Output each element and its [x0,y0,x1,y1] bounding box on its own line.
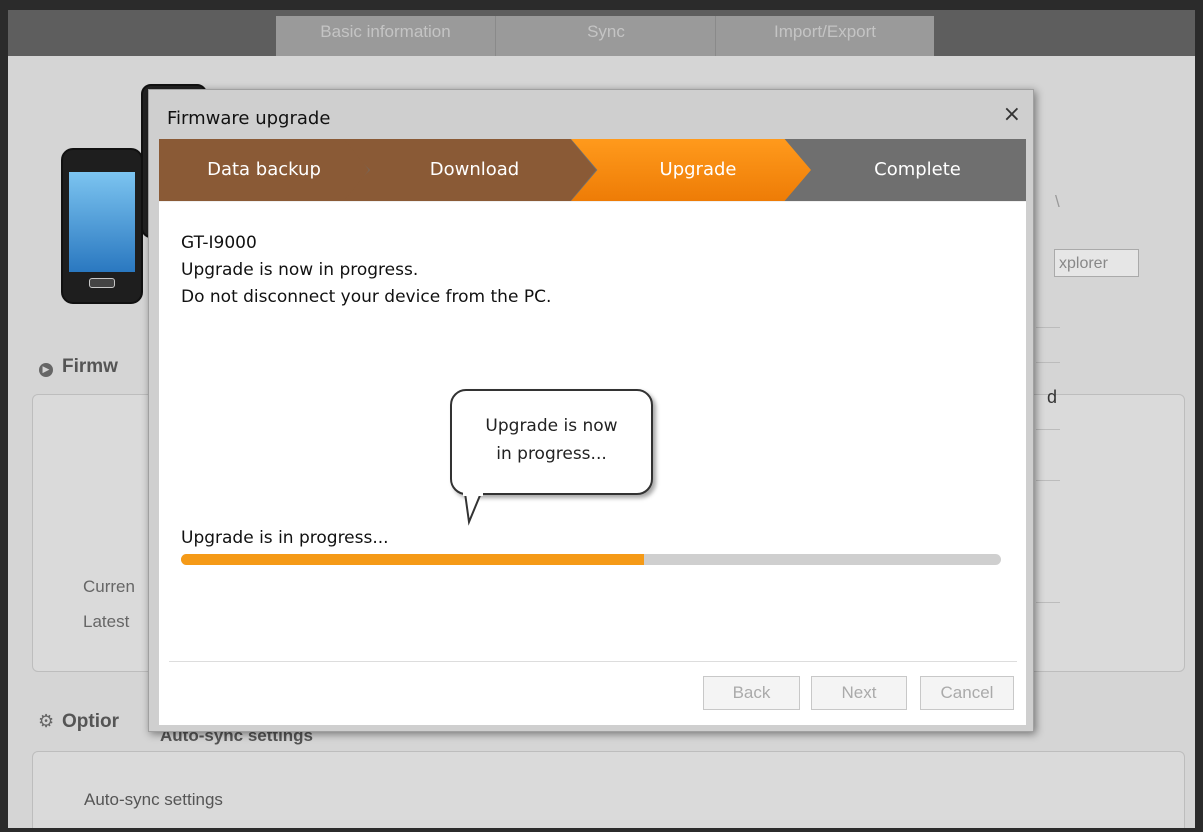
disconnect-warning: Do not disconnect your device from the P… [181,287,552,307]
tab-basic-information[interactable]: Basic information [276,16,495,56]
bubble-tail [463,492,483,526]
firmware-heading: Firmw [62,356,118,377]
step-indicator: Data backup Download Upgrade Complete [159,139,1026,201]
bubble-line-2: in progress... [496,444,607,464]
separator-glyph: \ [1055,192,1060,211]
divider [1036,602,1060,603]
play-circle-icon: ▶ [39,363,53,377]
progress-label: Upgrade is in progress... [181,528,389,548]
latest-version-label: Latest [83,612,130,631]
bubble-line-1: Upgrade is now [485,416,618,436]
progress-bar-fill [181,554,645,565]
back-button[interactable]: Back [703,676,800,710]
device-model: GT-I9000 [181,233,257,253]
progress-bar [181,554,1001,565]
tab-sync[interactable]: Sync [495,16,716,56]
options-heading: Optior [62,711,119,732]
side-text-d: d [1047,387,1058,407]
step-download: Download [339,139,596,201]
step-upgrade: Upgrade [571,139,811,201]
close-icon[interactable]: × [1003,102,1021,127]
explorer-button[interactable]: xplorer [1054,249,1139,277]
divider [1036,362,1060,363]
autosync-settings-label: Auto-sync settings [84,790,223,809]
gear-icon: ⚙ [38,711,55,732]
cancel-button[interactable]: Cancel [920,676,1014,710]
device-image [61,148,143,304]
step-complete: Complete [874,159,961,180]
divider [1036,429,1060,430]
button-separator [169,661,1017,662]
divider [1036,327,1060,328]
top-tab-bar: Basic information Sync Import/Export [8,10,1195,56]
tab-import-export[interactable]: Import/Export [715,16,934,56]
next-button[interactable]: Next [811,676,907,710]
status-text-block: GT-I9000 Upgrade is now in progress. Do … [181,230,551,311]
progress-speech-bubble: Upgrade is now in progress... [450,389,653,495]
current-version-label: Curren [83,577,135,596]
step-data-backup: Data backup [159,139,369,201]
divider [1036,480,1060,481]
upgrade-status: Upgrade is now in progress. [181,260,419,280]
dialog-content: GT-I9000 Upgrade is now in progress. Do … [159,201,1026,725]
firmware-upgrade-dialog: Firmware upgrade × Data backup Download … [148,89,1034,732]
dialog-title: Firmware upgrade [167,108,331,129]
